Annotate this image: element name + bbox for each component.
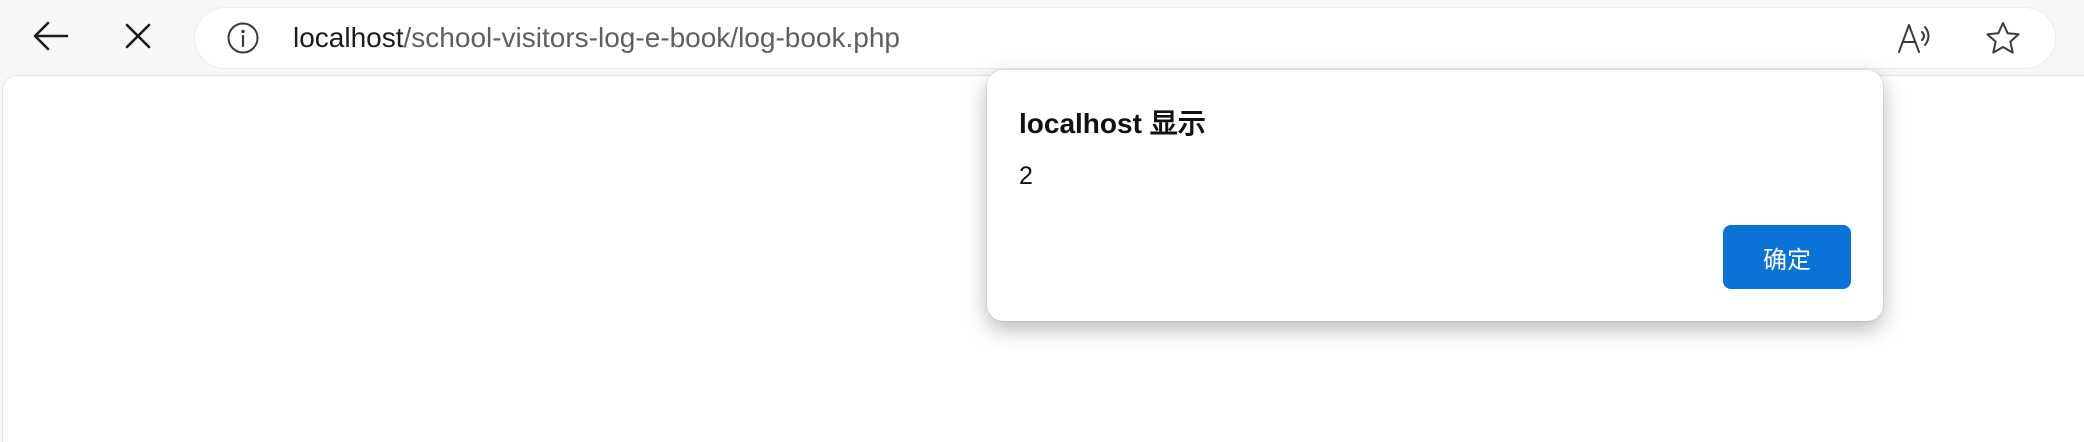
info-icon[interactable] (225, 20, 261, 56)
back-arrow-icon (31, 16, 71, 61)
alert-dialog: localhost 显示 2 确定 (987, 70, 1883, 321)
url-text[interactable]: localhost/school-visitors-log-e-book/log… (293, 8, 900, 68)
url-path: /school-visitors-log-e-book/log-book.php (403, 22, 900, 53)
close-icon (121, 19, 155, 58)
back-button[interactable] (21, 8, 81, 68)
browser-toolbar: localhost/school-visitors-log-e-book/log… (0, 0, 2084, 76)
dialog-message: 2 (1019, 162, 1033, 190)
read-aloud-icon[interactable] (1895, 20, 1935, 56)
star-icon[interactable] (1983, 19, 2023, 57)
dialog-title: localhost 显示 (1019, 108, 1206, 139)
address-bar[interactable]: localhost/school-visitors-log-e-book/log… (195, 8, 2055, 68)
ok-button[interactable]: 确定 (1723, 225, 1851, 289)
stop-loading-button[interactable] (108, 8, 168, 68)
url-host: localhost (293, 22, 404, 53)
